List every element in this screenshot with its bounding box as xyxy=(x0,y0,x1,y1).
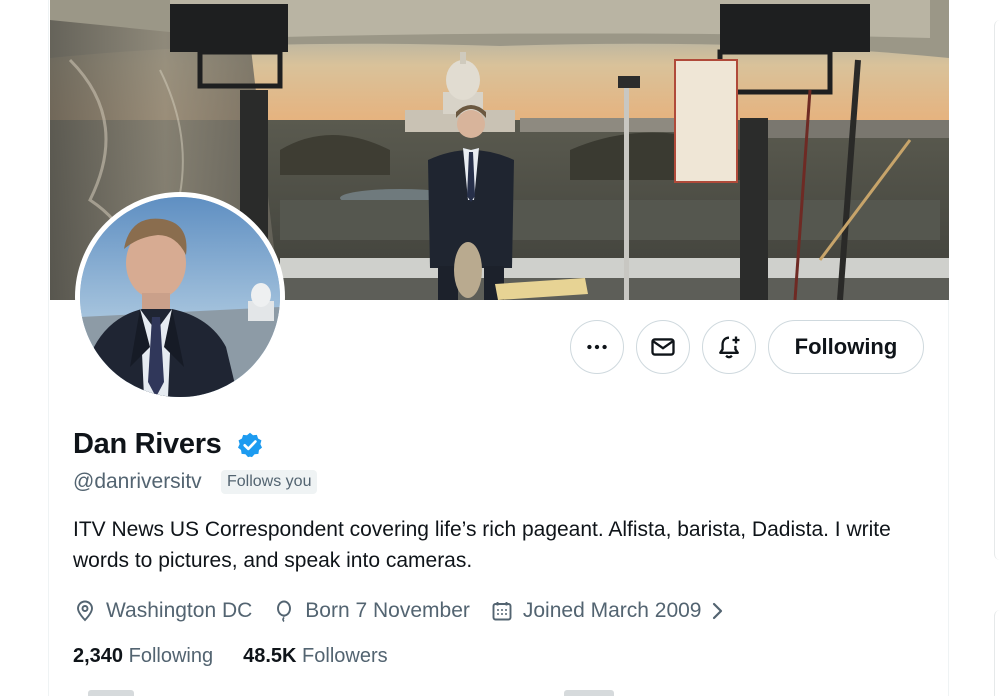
display-name: Dan Rivers xyxy=(73,428,222,460)
followers-stat[interactable]: 48.5K Followers xyxy=(243,645,388,668)
verified-badge-icon[interactable] xyxy=(236,431,264,459)
followers-count: 48.5K xyxy=(243,645,297,667)
notifications-button[interactable] xyxy=(702,320,756,374)
tab-indicator-peek-2 xyxy=(564,690,614,696)
bell-plus-icon xyxy=(719,336,740,359)
location-item: Washington DC xyxy=(73,599,252,623)
birthday-item: Born 7 November xyxy=(272,599,470,623)
mail-icon xyxy=(651,338,675,356)
follow-stats: 2,340 Following 48.5K Followers xyxy=(73,645,418,668)
profile-avatar[interactable] xyxy=(75,192,285,402)
following-button[interactable]: Following xyxy=(768,320,924,374)
following-label: Following xyxy=(128,645,214,667)
location-text: Washington DC xyxy=(106,599,253,622)
profile-bio: ITV News US Correspondent covering life’… xyxy=(73,518,891,572)
profile-meta: Washington DC Born 7 November Joined Mar… xyxy=(73,596,748,626)
following-count: 2,340 xyxy=(73,645,124,667)
tab-indicator-peek xyxy=(88,690,134,696)
birthday-text: Born 7 November xyxy=(305,599,470,622)
adjacent-panel-edge-lower xyxy=(994,610,1000,696)
calendar-icon xyxy=(492,602,512,621)
chevron-right-icon xyxy=(712,602,722,620)
adjacent-panel-edge xyxy=(994,20,1000,560)
avatar-photo xyxy=(80,197,280,397)
joined-item[interactable]: Joined March 2009 xyxy=(490,599,728,623)
joined-text: Joined March 2009 xyxy=(522,599,702,622)
followers-label: Followers xyxy=(302,645,388,667)
following-stat[interactable]: 2,340 Following xyxy=(73,645,213,668)
user-handle: @danriversitv xyxy=(73,470,202,493)
more-options-button[interactable] xyxy=(570,320,624,374)
message-button[interactable] xyxy=(636,320,690,374)
more-icon xyxy=(587,344,607,350)
balloon-icon xyxy=(277,600,292,623)
location-pin-icon xyxy=(77,600,93,622)
follows-you-badge: Follows you xyxy=(221,470,318,494)
